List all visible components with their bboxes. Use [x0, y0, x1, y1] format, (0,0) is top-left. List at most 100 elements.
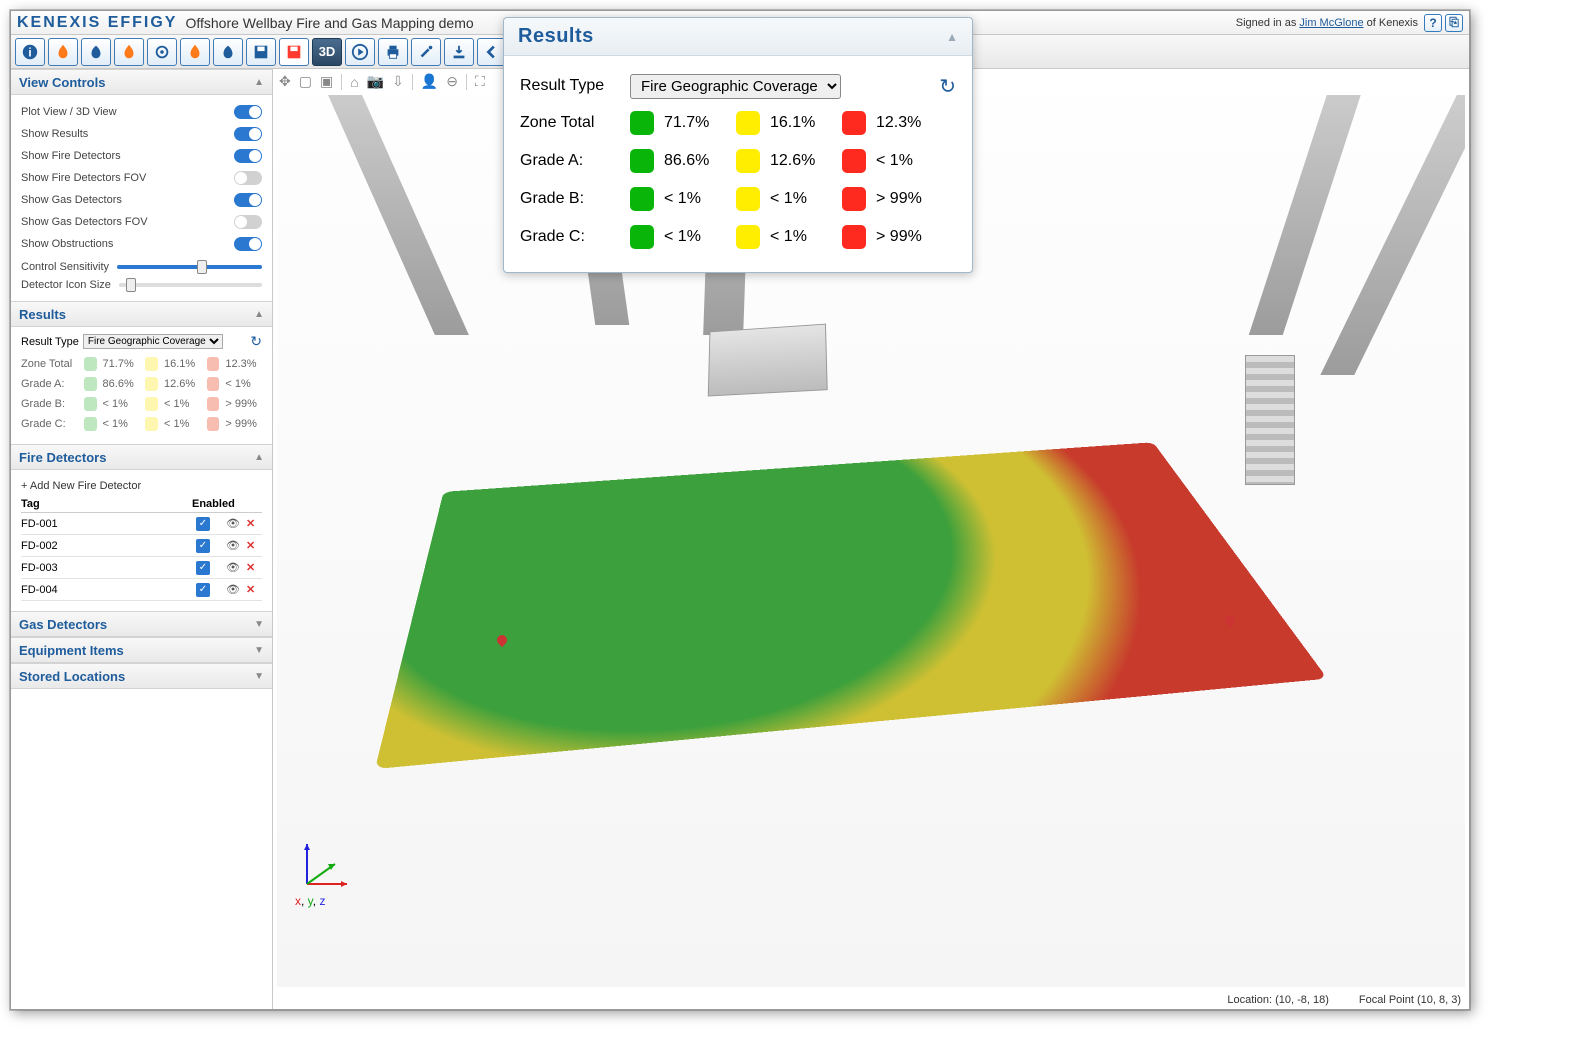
add-fire-detector-button[interactable]: + Add New Fire Detector [21, 476, 262, 496]
run-button[interactable] [345, 38, 375, 66]
detector-t: FD-002 [21, 540, 196, 552]
flame2-button[interactable] [180, 38, 210, 66]
refresh-icon[interactable]: ↻ [250, 333, 262, 350]
panel-stored-locations[interactable]: Stored Locations ▼ [11, 663, 272, 689]
enabled-checkbox[interactable]: ✓ [196, 561, 210, 575]
panel-results[interactable]: Results ▲ [11, 301, 272, 327]
delete-icon[interactable]: ✕ [246, 561, 262, 574]
panel-fire-detectors[interactable]: Fire Detectors ▲ [11, 444, 272, 470]
logout-icon[interactable]: ⎘ [1445, 14, 1463, 32]
vc-label: Show Obstructions [21, 238, 113, 250]
visibility-icon[interactable]: 👁 [226, 583, 246, 596]
view-control-row: Show Obstructions [21, 233, 262, 255]
results-popup: Results ▲ Result Type Fire Geographic Co… [503, 17, 973, 273]
visibility-icon[interactable]: 👁 [226, 539, 246, 552]
select2-icon[interactable]: ▣ [320, 73, 333, 90]
toggle-switch[interactable] [234, 127, 262, 141]
save-button[interactable] [246, 38, 276, 66]
panel-title: Gas Detectors [19, 617, 107, 632]
view-3d-button[interactable]: 3D [312, 38, 342, 66]
chevron-up-icon: ▲ [254, 77, 264, 88]
enabled-checkbox[interactable]: ✓ [196, 583, 210, 597]
info-button[interactable]: i [15, 38, 45, 66]
vc-label: Show Gas Detectors [21, 194, 122, 206]
chevron-down-icon: ▼ [254, 645, 264, 656]
slider-track[interactable] [117, 265, 262, 269]
result-type-select[interactable]: Fire Geographic Coverage [630, 74, 841, 99]
fullscreen-icon[interactable]: ⛶ [475, 73, 485, 90]
help-icon[interactable]: ? [1424, 14, 1442, 32]
view-control-row: Plot View / 3D View [21, 101, 262, 123]
collapse-icon[interactable]: ▲ [946, 30, 958, 44]
result-type-label: Result Type [21, 336, 79, 348]
vc-label: Show Results [21, 128, 88, 140]
view-control-row: Show Results [21, 123, 262, 145]
visibility-icon[interactable]: 👁 [226, 517, 246, 530]
slider-track[interactable] [119, 283, 262, 287]
panel-gas-detectors[interactable]: Gas Detectors ▼ [11, 611, 272, 637]
toggle-switch[interactable] [234, 193, 262, 207]
popup-result-row: Grade A:86.6%12.6%< 1% [520, 142, 956, 180]
delete-icon[interactable]: ✕ [246, 583, 262, 596]
gas2-button[interactable] [213, 38, 243, 66]
slider-label: Detector Icon Size [21, 279, 111, 291]
results-popup-header[interactable]: Results ▲ [504, 18, 972, 56]
download-button[interactable] [444, 38, 474, 66]
axes-gizmo: x, y, z [297, 834, 357, 897]
app-window: Kenexis Effigy Offshore Wellbay Fire and… [10, 10, 1470, 1010]
fire-detector-row: FD-002✓ 👁✕ [21, 535, 262, 557]
toggle-switch[interactable] [234, 149, 262, 163]
viewer-toolbar: ✥ ▢ ▣ ⌂ 📷 ⇩ 👤 ⊖ ⛶ [279, 73, 485, 90]
detector-t: FD-003 [21, 562, 196, 574]
chevron-up-icon: ▲ [254, 452, 264, 463]
panel-view-controls[interactable]: View Controls ▲ [11, 69, 272, 95]
delete-icon[interactable]: ✕ [246, 517, 262, 530]
vc-label: Plot View / 3D View [21, 106, 117, 118]
view-control-row: Show Fire Detectors FOV [21, 167, 262, 189]
settings-button[interactable] [411, 38, 441, 66]
toggle-switch[interactable] [234, 171, 262, 185]
refresh-icon[interactable]: ↻ [939, 74, 956, 99]
detector-t: FD-001 [21, 518, 196, 530]
toggle-switch[interactable] [234, 105, 262, 119]
panel-equipment[interactable]: Equipment Items ▼ [11, 637, 272, 663]
pan-icon[interactable]: ✥ [279, 73, 291, 90]
hazard-button[interactable] [279, 38, 309, 66]
toggle-switch[interactable] [234, 215, 262, 229]
signed-in-prefix: Signed in as [1236, 17, 1300, 29]
user-link[interactable]: Jim McGlone [1299, 17, 1363, 29]
col-tag: Tag [21, 498, 192, 510]
select-icon[interactable]: ▢ [299, 73, 312, 90]
fire-zone-button[interactable] [48, 38, 78, 66]
house-icon[interactable]: ⌂ [350, 74, 358, 90]
flame-detector-button[interactable] [114, 38, 144, 66]
project-title: Offshore Wellbay Fire and Gas Mapping de… [185, 15, 473, 31]
enabled-checkbox[interactable]: ✓ [196, 517, 210, 531]
fire-detector-row: FD-001✓ 👁✕ [21, 513, 262, 535]
panel-title: View Controls [19, 75, 105, 90]
popup-title: Results [518, 25, 594, 48]
location-readout: Location: (10, -8, 18) [1227, 994, 1329, 1006]
user-icon[interactable]: 👤 [421, 73, 438, 90]
enabled-checkbox[interactable]: ✓ [196, 539, 210, 553]
visibility-icon[interactable]: 👁 [226, 561, 246, 574]
gas-zone-button[interactable] [81, 38, 111, 66]
camera-icon[interactable]: 📷 [367, 73, 384, 90]
print-button[interactable] [378, 38, 408, 66]
toggle-switch[interactable] [234, 237, 262, 251]
popup-result-row: Zone Total71.7%16.1%12.3% [520, 104, 956, 142]
result-row: Grade A:86.6%12.6%< 1% [21, 374, 262, 394]
panel-title: Results [19, 307, 66, 322]
minus-icon[interactable]: ⊖ [446, 73, 458, 90]
vc-label: Show Fire Detectors FOV [21, 172, 146, 184]
result-type-select-small[interactable]: Fire Geographic Coverage [83, 334, 223, 349]
sidebar: View Controls ▲ Plot View / 3D View Show … [11, 69, 273, 1009]
download2-icon[interactable]: ⇩ [392, 73, 404, 90]
panel-title: Fire Detectors [19, 450, 106, 465]
gas-detector-button[interactable] [147, 38, 177, 66]
status-bar: Location: (10, -8, 18) Focal Point (10, … [1227, 994, 1461, 1006]
delete-icon[interactable]: ✕ [246, 539, 262, 552]
panel-title: Equipment Items [19, 643, 124, 658]
svg-text:i: i [28, 46, 31, 59]
chevron-down-icon: ▼ [254, 671, 264, 682]
